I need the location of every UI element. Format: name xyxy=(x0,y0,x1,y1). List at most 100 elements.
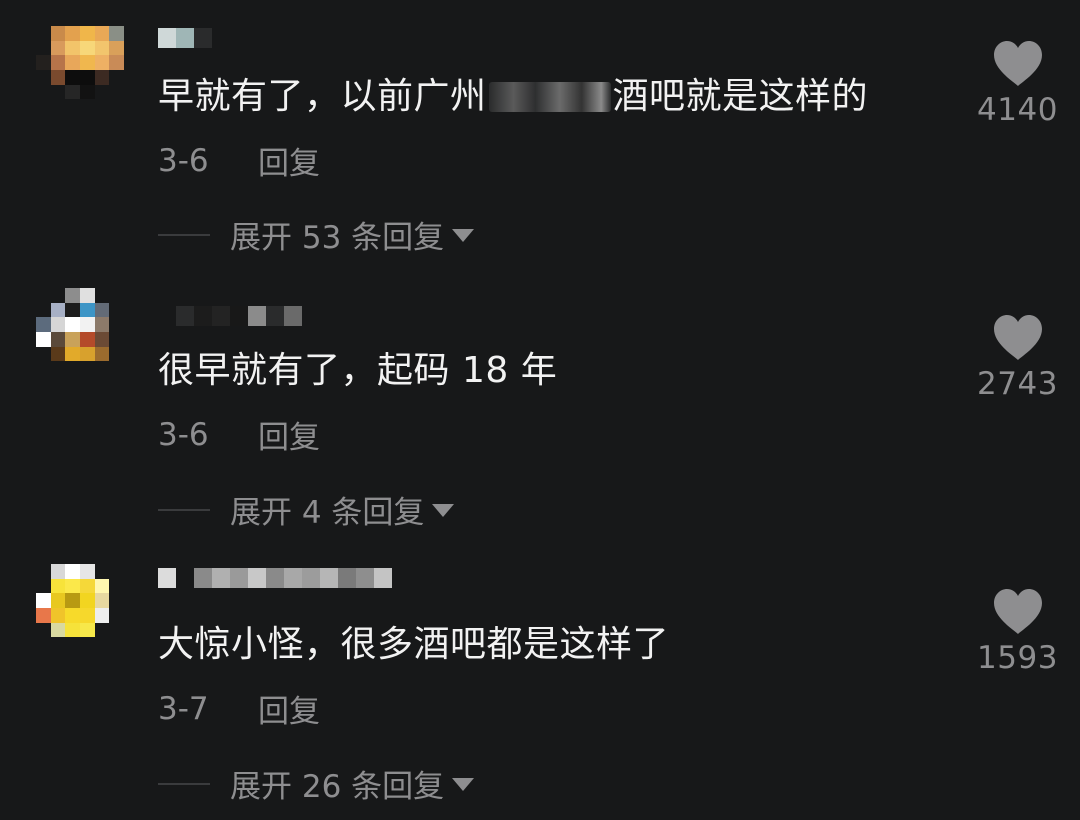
avatar-mosaic-cell xyxy=(94,361,110,376)
redacted-text-mask xyxy=(488,82,611,112)
avatar-mosaic-cell xyxy=(36,608,51,623)
avatar-mosaic-cell xyxy=(94,564,110,579)
avatar-mosaic-cell xyxy=(65,564,80,579)
comment-text-part-2: 酒吧就是这样的 xyxy=(612,76,869,117)
comment-meta: 3-6 回复 xyxy=(158,138,320,183)
like-count: 2743 xyxy=(977,366,1058,402)
avatar-mosaic-cell xyxy=(65,55,80,70)
reply-button[interactable]: 回复 xyxy=(258,138,320,183)
avatar-mosaic-cell xyxy=(65,26,80,41)
avatar-mosaic-cell xyxy=(80,317,95,332)
avatar-mosaic-cell xyxy=(65,99,80,114)
avatar-mosaic-cell xyxy=(65,361,80,376)
avatar-mosaic-cell xyxy=(94,593,110,608)
avatar-mosaic-cell xyxy=(50,302,66,318)
like-button[interactable]: 2743 xyxy=(960,314,1075,402)
avatar-mosaic-cell xyxy=(65,593,80,608)
username-mosaic-cell xyxy=(194,568,212,588)
expand-replies-label: 展开 4 条回复 xyxy=(230,495,425,531)
avatar-mosaic-cell xyxy=(65,288,80,303)
avatar-mosaic-cell xyxy=(50,608,66,623)
avatar-mosaic-cell xyxy=(80,40,95,56)
avatar-mosaic-cell xyxy=(109,302,124,318)
avatar[interactable] xyxy=(36,564,124,652)
username-blurred[interactable] xyxy=(158,568,392,590)
avatar[interactable] xyxy=(36,288,124,376)
divider-line xyxy=(158,508,210,511)
avatar-mosaic-cell xyxy=(36,593,51,608)
chevron-down-icon xyxy=(432,504,455,517)
username-mosaic-cell xyxy=(338,568,356,588)
avatar[interactable] xyxy=(36,26,124,114)
avatar-mosaic-cell xyxy=(94,332,110,347)
like-button[interactable]: 1593 xyxy=(960,588,1075,676)
avatar-mosaic-cell xyxy=(50,26,66,41)
avatar-mosaic-cell xyxy=(109,70,124,85)
avatar-mosaic-cell xyxy=(65,608,80,623)
username-mosaic-cell xyxy=(320,568,338,588)
avatar-mosaic-cell xyxy=(94,55,110,70)
username-mosaic-cell xyxy=(374,568,392,588)
avatar-mosaic-cell xyxy=(109,40,124,56)
username-mosaic-cell xyxy=(158,28,176,48)
divider-line xyxy=(158,782,210,785)
avatar-mosaic-cell xyxy=(80,346,95,362)
avatar-mosaic-cell xyxy=(80,578,95,594)
avatar-mosaic-cell xyxy=(65,70,80,85)
comment-text: 大惊小怪，很多酒吧都是这样了 xyxy=(158,624,670,665)
comment-text-part-1: 早就有了，以前广州 xyxy=(158,76,487,117)
reply-button[interactable]: 回复 xyxy=(258,412,320,457)
avatar-mosaic-cell xyxy=(109,608,124,623)
chevron-down-icon xyxy=(452,229,475,242)
avatar-mosaic-cell xyxy=(94,26,110,41)
avatar-mosaic-cell xyxy=(50,332,66,347)
avatar-mosaic-cell xyxy=(94,622,110,638)
username-blurred[interactable] xyxy=(158,306,302,328)
expand-replies-label: 展开 26 条回复 xyxy=(230,769,445,805)
avatar-mosaic-cell xyxy=(94,40,110,56)
avatar-mosaic-cell xyxy=(50,84,66,100)
avatar-mosaic-cell xyxy=(50,40,66,56)
reply-button[interactable]: 回复 xyxy=(258,686,320,731)
avatar-mosaic-cell xyxy=(65,578,80,594)
avatar-mosaic-cell xyxy=(94,578,110,594)
avatar-mosaic-cell xyxy=(94,288,110,303)
avatar-mosaic-cell xyxy=(50,564,66,579)
expand-replies-button[interactable]: 展开 53 条回复 xyxy=(158,212,475,257)
avatar-mosaic-cell xyxy=(65,84,80,100)
avatar-mosaic-cell xyxy=(80,608,95,623)
avatar-mosaic-cell xyxy=(80,637,95,652)
comment-text: 早就有了，以前广州 酒吧就是这样的 xyxy=(158,74,868,120)
comment-text: 很早就有了，起码 18 年 xyxy=(158,350,558,391)
avatar-mosaic-cell xyxy=(80,26,95,41)
expand-replies-button[interactable]: 展开 26 条回复 xyxy=(158,761,475,806)
like-button[interactable]: 4140 xyxy=(960,40,1075,128)
avatar-mosaic-cell xyxy=(50,346,66,362)
username-mosaic-cell xyxy=(266,306,284,326)
avatar-mosaic-cell xyxy=(109,317,124,332)
avatar-mosaic-cell xyxy=(109,55,124,70)
avatar-mosaic-cell xyxy=(50,361,66,376)
avatar-mosaic-cell xyxy=(36,578,51,594)
username-blurred[interactable] xyxy=(158,28,212,50)
username-mosaic-cell xyxy=(302,568,320,588)
avatar-mosaic-cell xyxy=(65,302,80,318)
avatar-mosaic-cell xyxy=(36,317,51,332)
username-mosaic-cell xyxy=(248,568,266,588)
username-mosaic-cell xyxy=(194,28,212,48)
heart-icon xyxy=(993,589,1042,634)
avatar-mosaic-cell xyxy=(109,26,124,41)
avatar-mosaic-cell xyxy=(94,70,110,85)
avatar-mosaic-cell xyxy=(65,637,80,652)
avatar-mosaic-cell xyxy=(94,99,110,114)
expand-replies-label: 展开 53 条回复 xyxy=(230,220,445,256)
avatar-mosaic-cell xyxy=(65,317,80,332)
avatar-mosaic-cell xyxy=(36,84,51,100)
expand-replies-button[interactable]: 展开 4 条回复 xyxy=(158,487,455,532)
comment-meta: 3-7 回复 xyxy=(158,686,320,731)
avatar-mosaic-cell xyxy=(109,578,124,594)
username-mosaic-cell xyxy=(212,568,230,588)
avatar-mosaic-cell xyxy=(65,40,80,56)
avatar-mosaic-cell xyxy=(80,84,95,100)
like-count: 4140 xyxy=(977,92,1058,128)
